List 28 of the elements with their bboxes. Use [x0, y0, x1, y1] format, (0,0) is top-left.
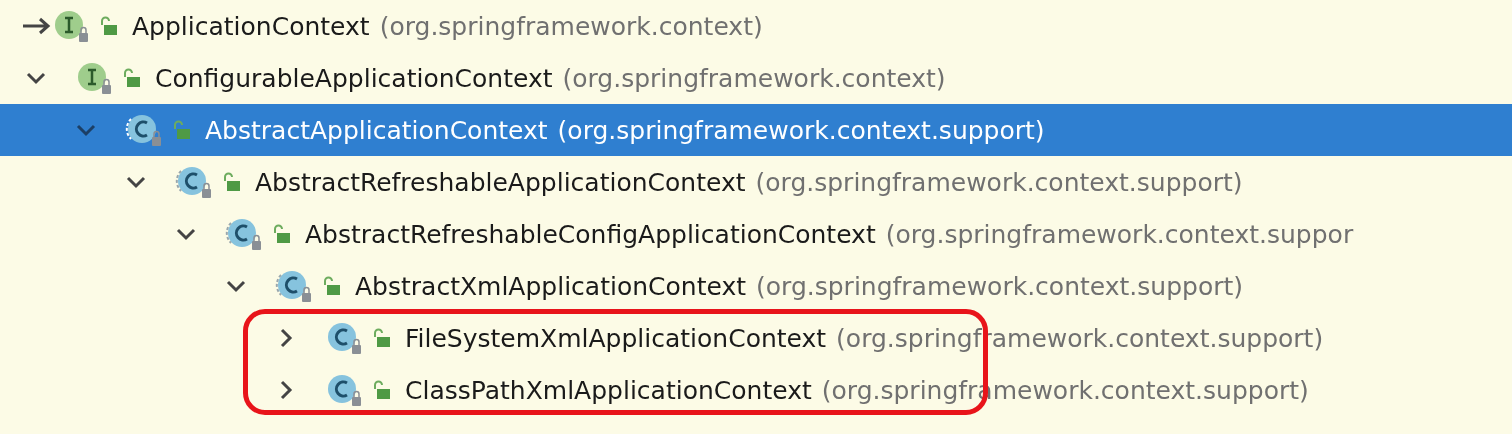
- open-lock-icon: [171, 120, 191, 140]
- tree-row[interactable]: AbstractApplicationContext (org.springframework.context.support): [0, 104, 1512, 156]
- class-name: ClassPathXmlApplicationContext: [405, 375, 812, 405]
- open-lock-icon: [371, 328, 391, 348]
- class-name: AbstractApplicationContext: [205, 115, 548, 145]
- package-name: (org.springframework.context.support): [756, 271, 1244, 301]
- tree-row[interactable]: AbstractRefreshableConfigApplicationContext (org.springframework.context.suppor: [0, 208, 1512, 260]
- package-name: (org.springframework.context.support): [557, 115, 1045, 145]
- class-name: FileSystemXmlApplicationContext: [405, 323, 827, 353]
- package-name: (org.springframework.context): [379, 11, 763, 41]
- open-lock-icon: [371, 380, 391, 400]
- class-name: AbstractXmlApplicationContext: [355, 271, 746, 301]
- tree-row[interactable]: ApplicationContext (org.springframework.context): [0, 0, 1512, 52]
- package-name: (org.springframework.context): [562, 63, 946, 93]
- tree-row[interactable]: ConfigurableApplicationContext (org.springframework.context): [0, 52, 1512, 104]
- package-name: (org.springframework.context.support): [755, 167, 1243, 197]
- open-lock-icon: [271, 224, 291, 244]
- tree-row[interactable]: AbstractRefreshableApplicationContext (org.springframework.context.support): [0, 156, 1512, 208]
- class-name: ConfigurableApplicationContext: [155, 63, 553, 93]
- open-lock-icon: [321, 276, 341, 296]
- class-name: AbstractRefreshableConfigApplicationContext: [305, 219, 876, 249]
- package-name: (org.springframework.context.suppor: [885, 219, 1354, 249]
- tree-row[interactable]: AbstractXmlApplicationContext (org.springframework.context.support): [0, 260, 1512, 312]
- open-lock-icon: [221, 172, 241, 192]
- open-lock-icon: [98, 16, 118, 36]
- class-name: AbstractRefreshableApplicationContext: [255, 167, 746, 197]
- class-name: ApplicationContext: [132, 11, 370, 41]
- open-lock-icon: [121, 68, 141, 88]
